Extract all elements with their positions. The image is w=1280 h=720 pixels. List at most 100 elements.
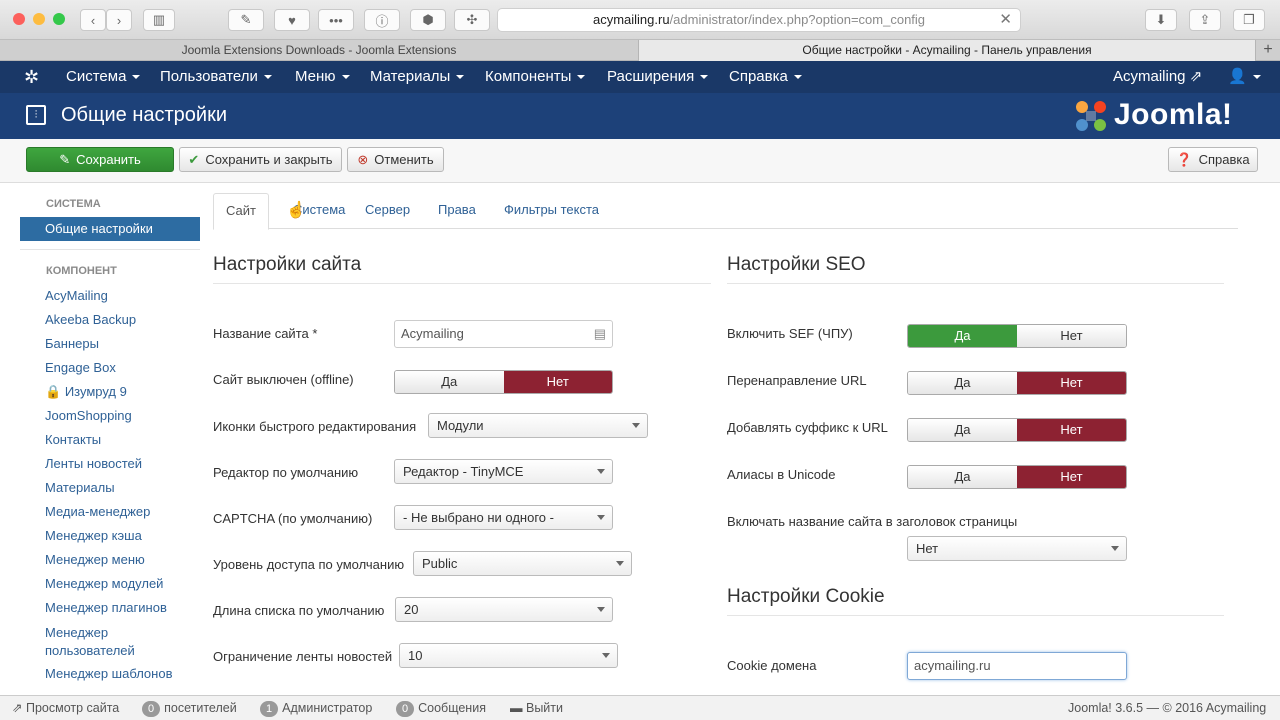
visitors-status[interactable]: 0 посетителей [142,696,237,720]
save-close-button[interactable]: ✔ Сохранить и закрыть [179,147,342,172]
url-host: acymailing.ru [592,12,670,27]
sidebar-item[interactable]: JoomShopping [45,408,132,423]
sidebar-item[interactable]: AcyMailing [45,288,108,303]
sidebar-item[interactable]: Менеджер кэша [45,528,142,543]
url-rewrite-no-button[interactable]: Нет [1017,372,1126,394]
sidebar-item[interactable]: Akeeba Backup [45,312,136,327]
zoom-window-button[interactable] [53,13,65,25]
password-manager-icon[interactable]: ▤ [594,321,606,347]
sef-toggle[interactable]: Да Нет [907,324,1127,348]
cancel-button[interactable]: ⊗ Отменить [347,147,444,172]
forward-icon[interactable]: › [106,9,132,31]
browser-tab[interactable]: Joomla Extensions Downloads - Joomla Ext… [0,40,639,61]
menu-users[interactable]: Пользователи [160,61,272,93]
sidebar-item[interactable]: Менеджер плагинов [45,600,167,615]
share-icon[interactable]: ⇪ [1189,9,1221,31]
browser-tab-active[interactable]: Общие настройки - Acymailing - Панель уп… [639,40,1256,61]
address-bar[interactable]: acymailing.ru/administrator/index.php?op… [497,8,1021,32]
sidebar-item[interactable]: Менеджер меню [45,552,145,567]
sidebar-item[interactable]: Engage Box [45,360,116,375]
section-divider [727,615,1224,616]
url-suffix-yes-button[interactable]: Да [908,419,1017,441]
feed-limit-select[interactable]: 10 [399,643,618,668]
unicode-alias-toggle[interactable]: Да Нет [907,465,1127,489]
help-button[interactable]: ❓ Справка [1168,147,1258,172]
sidebar-item[interactable]: Менеджер пользователей [45,624,165,660]
sidebar-item[interactable]: Материалы [45,480,115,495]
extension-icon[interactable]: ✎ [228,9,264,31]
sidebar-item-locked[interactable]: 🔒 Изумруд 9 [45,384,127,400]
quick-icons-select[interactable]: Модули [428,413,648,438]
save-button[interactable]: ✎ Сохранить [26,147,174,172]
menu-extensions[interactable]: Расширения [607,61,709,93]
access-select[interactable]: Public [413,551,632,576]
minimize-window-button[interactable] [33,13,45,25]
site-name-label: Название сайта * [213,326,318,341]
sidebar-item[interactable]: Баннеры [45,336,99,351]
sidebar-icon[interactable]: ▥ [143,9,175,31]
user-icon[interactable]: 👤 [1228,61,1261,93]
tab-permissions[interactable]: Права [426,193,488,229]
url-suffix-no-button[interactable]: Нет [1017,419,1126,441]
adblock-icon[interactable]: ⬢ [410,9,446,31]
visitors-badge: 0 [142,701,161,717]
sef-no-button[interactable]: Нет [1017,325,1126,347]
sidebar-item[interactable]: Менеджер шаблонов [45,666,172,681]
sidebar-item[interactable]: Менеджер модулей [45,576,163,591]
unicode-alias-no-button[interactable]: Нет [1017,466,1126,488]
menu-content[interactable]: Материалы [370,61,465,93]
sidebar-item[interactable]: Контакты [45,432,101,447]
tab-site[interactable]: Сайт [213,193,269,230]
chevron-down-icon [597,607,605,612]
clear-url-icon[interactable]: ✕ [999,9,1012,31]
joomla-icon[interactable]: ✲ [24,61,39,93]
sef-yes-button[interactable]: Да [908,325,1017,347]
menu-menus[interactable]: Меню [295,61,350,93]
url-suffix-toggle[interactable]: Да Нет [907,418,1127,442]
puzzle-icon[interactable]: ✣ [454,9,490,31]
sidebar-item[interactable]: Медиа-менеджер [45,504,150,519]
more-icon[interactable]: ••• [318,9,354,31]
list-length-select[interactable]: 20 [395,597,613,622]
messages-status[interactable]: 0 Сообщения [396,696,486,720]
url-rewrite-yes-button[interactable]: Да [908,372,1017,394]
sidebar-item-global-config[interactable]: Общие настройки [20,217,200,241]
tab-server[interactable]: Сервер [353,193,422,229]
tab-text-filters[interactable]: Фильтры текста [492,193,611,229]
offline-yes-button[interactable]: Да [395,371,504,393]
view-site-link[interactable]: ⇗ Просмотр сайта [12,696,119,720]
menu-system[interactable]: Система [66,61,141,93]
offline-toggle[interactable]: Да Нет [394,370,613,394]
url-path: /administrator/index.php?option=com_conf… [669,12,926,27]
tabs-overview-icon[interactable]: ❐ [1233,9,1265,31]
chevron-down-icon [616,561,624,566]
onepassword-icon[interactable]: ⓘ [364,9,400,31]
site-name-input[interactable]: Acymailing ▤ [394,320,613,348]
downloads-icon[interactable]: ⬇ [1145,9,1177,31]
menu-help[interactable]: Справка [729,61,802,93]
sidebar-item[interactable]: Ленты новостей [45,456,142,471]
captcha-select[interactable]: - Не выбрано ни одного - [394,505,613,530]
sitename-in-title-select[interactable]: Нет [907,536,1127,561]
minus-icon: ▬ [510,701,523,715]
pocket-icon[interactable]: ♥ [274,9,310,31]
captcha-label: CAPTCHA (по умолчанию) [213,511,373,526]
logout-link[interactable]: ▬ Выйти [510,696,563,720]
site-link[interactable]: Acymailing ⇗ [1113,61,1202,93]
section-title-seo: Настройки SEO [727,254,866,275]
offline-no-button[interactable]: Нет [503,371,612,393]
sef-label: Включить SEF (ЧПУ) [727,326,853,341]
chevron-down-icon [597,469,605,474]
edit-icon: ✎ [59,151,71,167]
editor-select[interactable]: Редактор - TinyMCE [394,459,613,484]
new-tab-icon[interactable]: + [1256,40,1280,61]
back-icon[interactable]: ‹ [80,9,106,31]
url-rewrite-toggle[interactable]: Да Нет [907,371,1127,395]
menu-components[interactable]: Компоненты [485,61,586,93]
admins-status[interactable]: 1 Администратор [260,696,372,720]
unicode-alias-yes-button[interactable]: Да [908,466,1017,488]
cookie-domain-input[interactable]: acymailing.ru [907,652,1127,680]
sidebar-heading-system: СИСТЕМА [46,198,101,210]
close-window-button[interactable] [13,13,25,25]
joomla-logo-icon [1072,97,1110,135]
